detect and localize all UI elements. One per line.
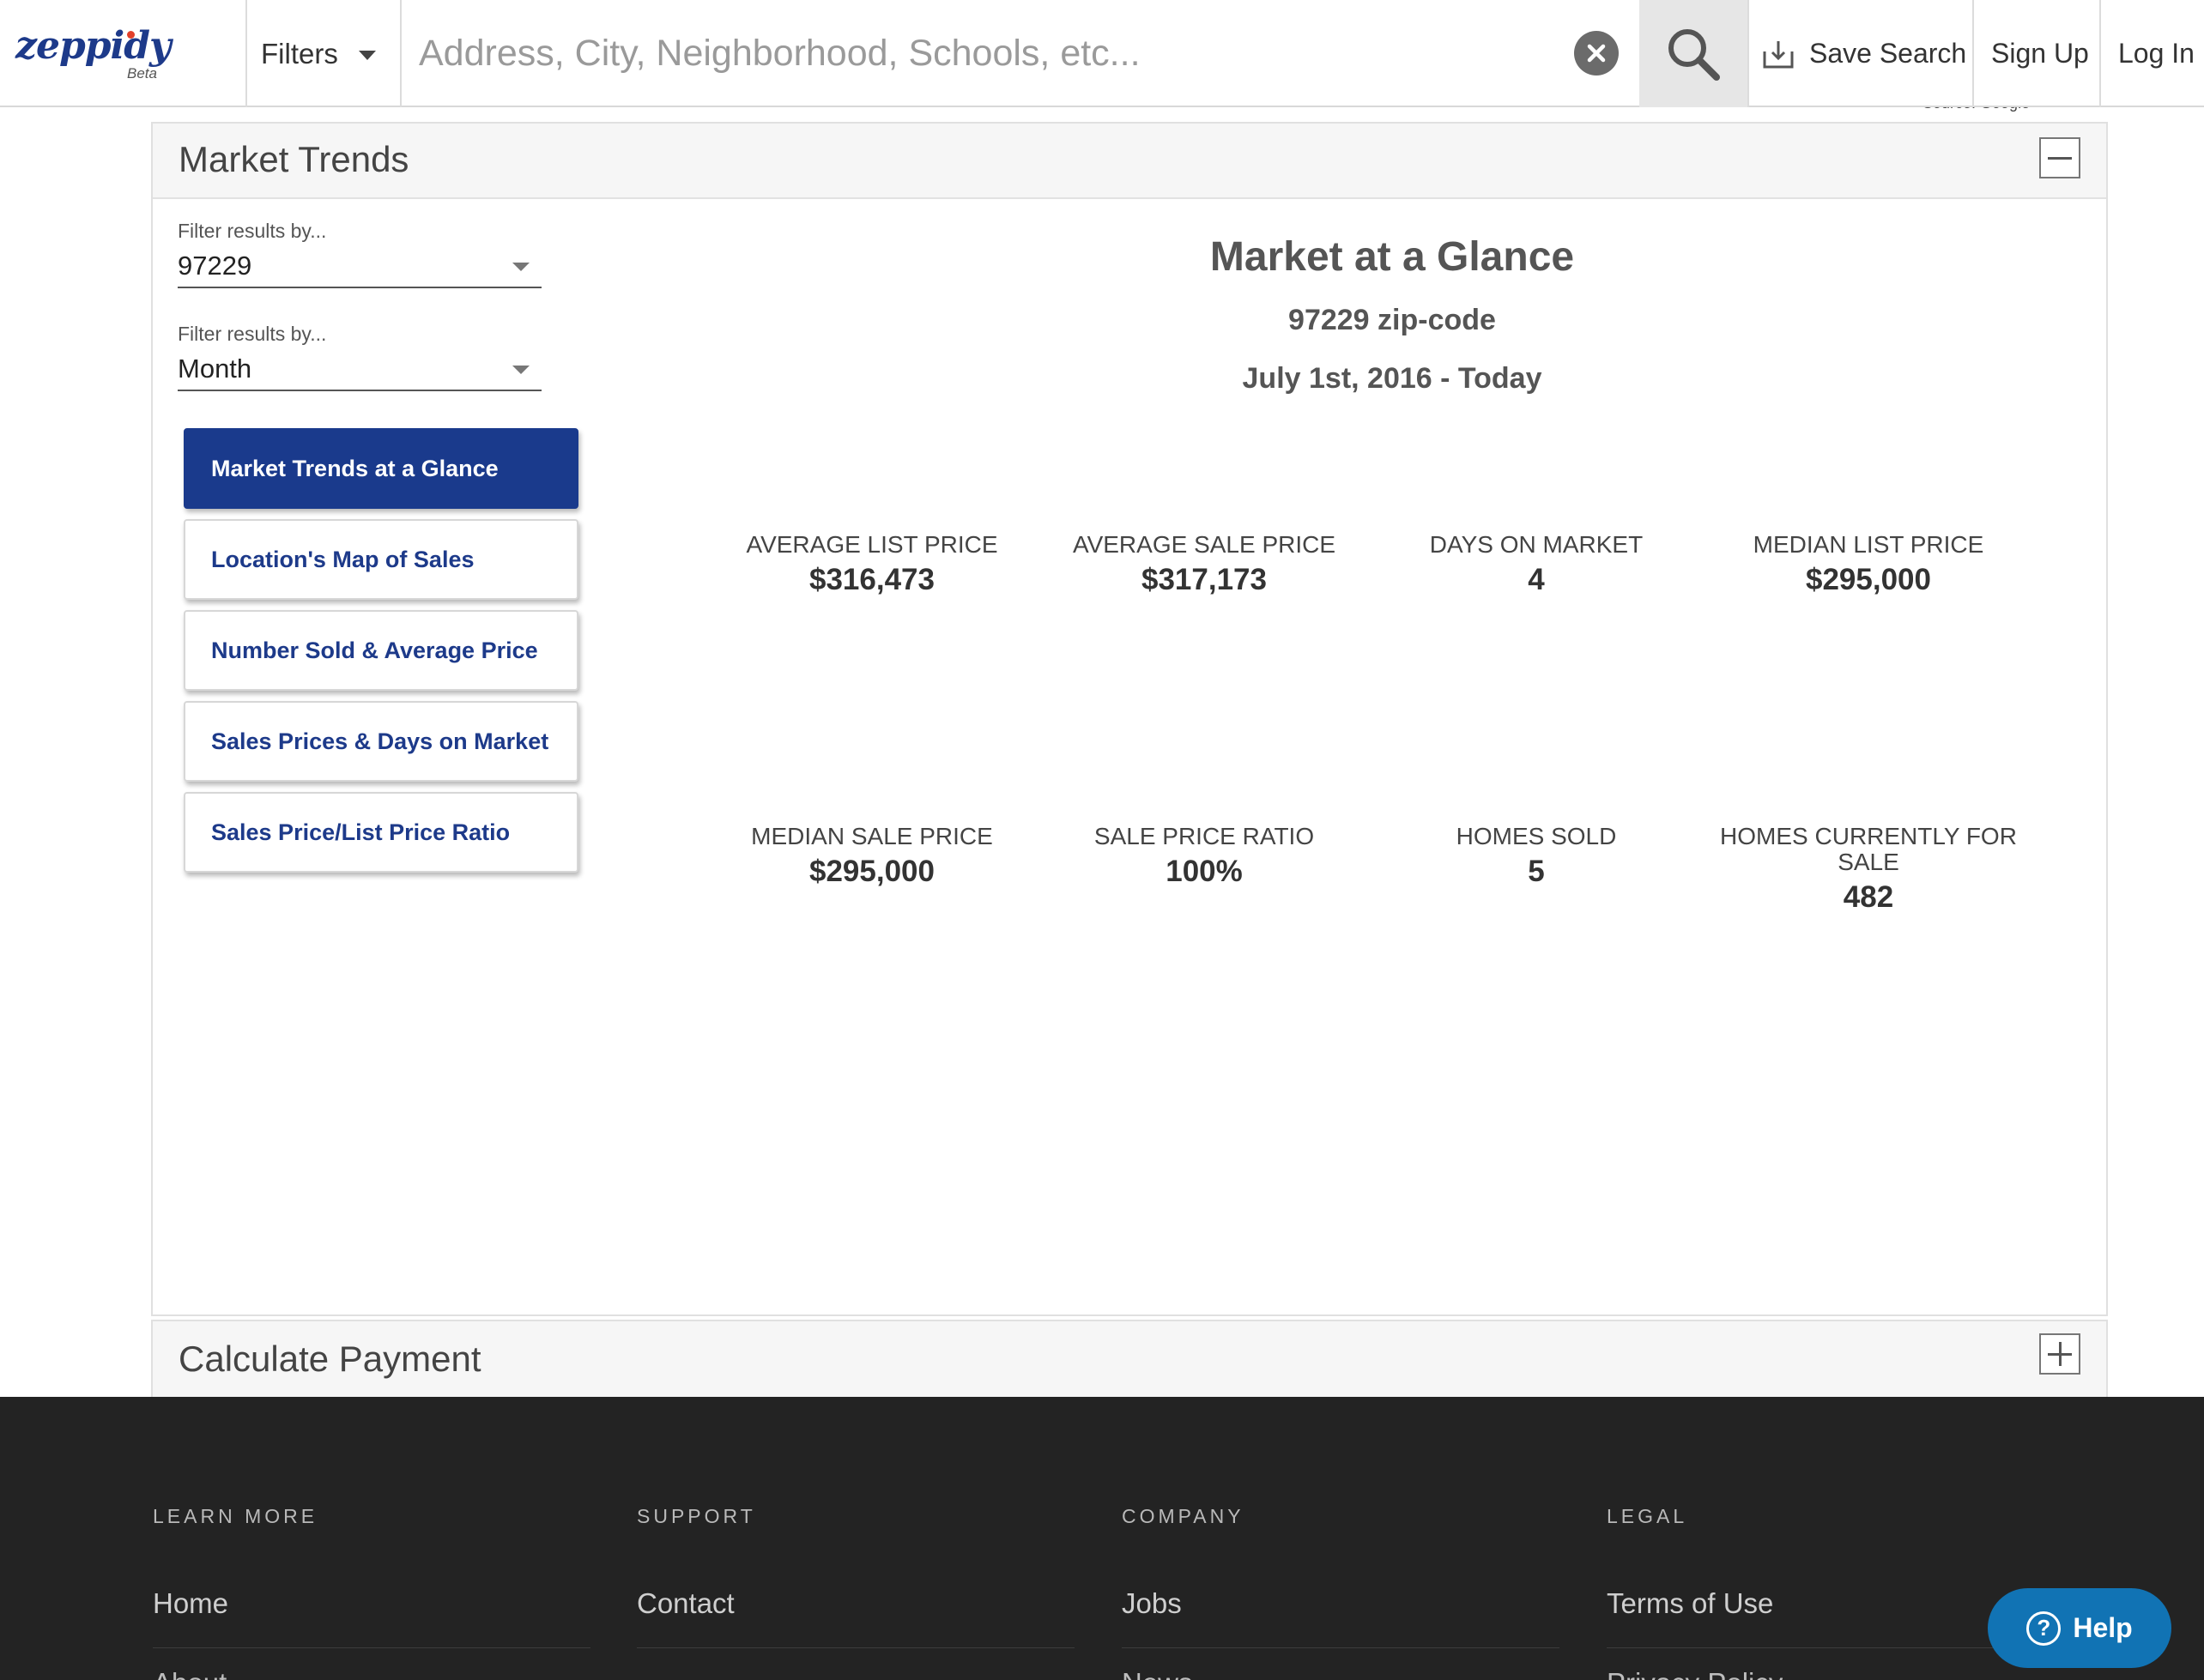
divider xyxy=(1972,0,1974,107)
stat-value: $317,173 xyxy=(1141,563,1267,596)
site-footer: LEARN MORE SUPPORT COMPANY LEGAL Home Co… xyxy=(0,1397,2204,1680)
footer-heading-support: SUPPORT xyxy=(637,1505,756,1527)
stat-sale-price-ratio: SALE PRICE RATIO 100% xyxy=(1038,824,1370,889)
stat-value: 100% xyxy=(1166,855,1243,888)
zip-filter-select[interactable]: 97229 xyxy=(178,251,542,288)
footer-link-news[interactable]: News xyxy=(1122,1666,1193,1680)
download-icon xyxy=(1763,40,1794,68)
footer-link-about[interactable]: About xyxy=(153,1666,227,1680)
help-label: Help xyxy=(2073,1612,2133,1643)
stat-value: 482 xyxy=(1843,880,1894,914)
stat-homes-sold: HOMES SOLD 5 xyxy=(1371,824,1702,889)
footer-link-privacy-policy[interactable]: Privacy Policy xyxy=(1607,1666,1783,1680)
minus-icon xyxy=(2048,157,2072,160)
stat-label: SALE PRICE RATIO xyxy=(1093,823,1315,849)
question-circle-icon: ? xyxy=(2026,1611,2062,1646)
divider xyxy=(1122,1647,1559,1648)
stat-median-list-price: MEDIAN LIST PRICE $295,000 xyxy=(1703,532,2034,597)
logo-accent-dot xyxy=(127,31,135,39)
filters-dropdown[interactable]: Filters xyxy=(247,0,400,107)
glance-title: Market at a Glance xyxy=(1209,234,1575,280)
search-input[interactable] xyxy=(403,17,1553,89)
log-in-link[interactable]: Log In xyxy=(2118,0,2195,107)
stat-homes-currently-for-sale: HOMES CURRENTLY FOR SALE 482 xyxy=(1703,824,2034,915)
footer-link-home[interactable]: Home xyxy=(153,1587,228,1620)
glance-date-range: July 1st, 2016 - Today xyxy=(1242,362,1542,395)
dropdown-arrow-icon xyxy=(512,366,530,374)
nav-market-trends-at-a-glance[interactable]: Market Trends at a Glance xyxy=(184,428,578,509)
logo-wordmark: zeppidy xyxy=(15,24,172,68)
stat-days-on-market: DAYS ON MARKET 4 xyxy=(1371,532,1702,597)
footer-link-terms-of-use[interactable]: Terms of Use xyxy=(1607,1587,1773,1620)
stat-median-sale-price: MEDIAN SALE PRICE $295,000 xyxy=(706,824,1038,889)
dropdown-arrow-icon xyxy=(512,263,530,271)
calculate-payment-panel[interactable]: Calculate Payment xyxy=(151,1320,2108,1397)
stat-value: 4 xyxy=(1528,563,1545,596)
nav-sales-prices-days-on-market[interactable]: Sales Prices & Days on Market xyxy=(184,701,578,782)
divider xyxy=(2099,0,2101,107)
divider xyxy=(400,0,402,107)
divider xyxy=(1747,0,1749,107)
market-trends-header[interactable]: Market Trends xyxy=(153,124,2106,199)
search-icon xyxy=(1668,28,1720,81)
stat-label: DAYS ON MARKET xyxy=(1429,531,1644,558)
stat-value: $316,473 xyxy=(809,563,935,596)
footer-link-contact[interactable]: Contact xyxy=(637,1587,735,1620)
footer-link-jobs[interactable]: Jobs xyxy=(1122,1587,1182,1620)
stat-label: AVERAGE SALE PRICE xyxy=(1072,531,1336,558)
market-trends-title: Market Trends xyxy=(179,139,409,179)
stat-average-sale-price: AVERAGE SALE PRICE $317,173 xyxy=(1038,532,1370,597)
period-filter-select[interactable]: Month xyxy=(178,354,542,391)
zeppidy-logo[interactable]: zeppidy Beta xyxy=(15,24,172,84)
divider xyxy=(1607,1647,2044,1648)
nav-location-map-of-sales[interactable]: Location's Map of Sales xyxy=(184,519,578,600)
period-filter-label: Filter results by... xyxy=(178,323,327,345)
close-icon xyxy=(1587,44,1606,63)
footer-heading-legal: LEGAL xyxy=(1607,1505,1688,1527)
stat-value: $295,000 xyxy=(1806,563,1931,596)
help-button[interactable]: ? Help xyxy=(1988,1588,2171,1668)
stat-label: AVERAGE LIST PRICE xyxy=(746,531,998,558)
divider xyxy=(153,1647,590,1648)
collapse-button[interactable] xyxy=(2039,137,2080,178)
save-search-label: Save Search xyxy=(1809,38,1967,69)
stat-label: MEDIAN SALE PRICE xyxy=(751,823,993,849)
period-filter-value: Month xyxy=(178,354,252,384)
clear-search-button[interactable] xyxy=(1574,31,1619,76)
logo-beta-badge: Beta xyxy=(127,65,157,82)
save-search-button[interactable]: Save Search xyxy=(1763,0,1966,107)
search-button[interactable] xyxy=(1639,0,1747,107)
nav-sales-price-list-price-ratio[interactable]: Sales Price/List Price Ratio xyxy=(184,792,578,873)
glance-zip: 97229 zip-code xyxy=(1288,304,1496,336)
footer-heading-learn-more: LEARN MORE xyxy=(153,1505,318,1527)
stat-value: $295,000 xyxy=(809,855,935,888)
stat-label: HOMES SOLD xyxy=(1456,823,1617,849)
zip-filter-value: 97229 xyxy=(178,251,252,281)
calculate-payment-title: Calculate Payment xyxy=(179,1339,481,1379)
nav-number-sold-average-price[interactable]: Number Sold & Average Price xyxy=(184,610,578,691)
sign-up-link[interactable]: Sign Up xyxy=(1991,0,2089,107)
stat-value: 5 xyxy=(1528,855,1545,888)
chevron-down-icon xyxy=(358,51,376,60)
stat-label: MEDIAN LIST PRICE xyxy=(1753,531,1984,558)
filters-label: Filters xyxy=(261,37,338,69)
footer-heading-company: COMPANY xyxy=(1122,1505,1244,1527)
expand-button[interactable] xyxy=(2039,1333,2080,1375)
zip-filter-label: Filter results by... xyxy=(178,220,327,242)
stat-label: HOMES CURRENTLY FOR SALE xyxy=(1720,823,2017,875)
divider xyxy=(637,1647,1075,1648)
stat-average-list-price: AVERAGE LIST PRICE $316,473 xyxy=(706,532,1038,597)
top-nav-bar: zeppidy Beta Filters Save Search Sign Up… xyxy=(0,0,2204,107)
